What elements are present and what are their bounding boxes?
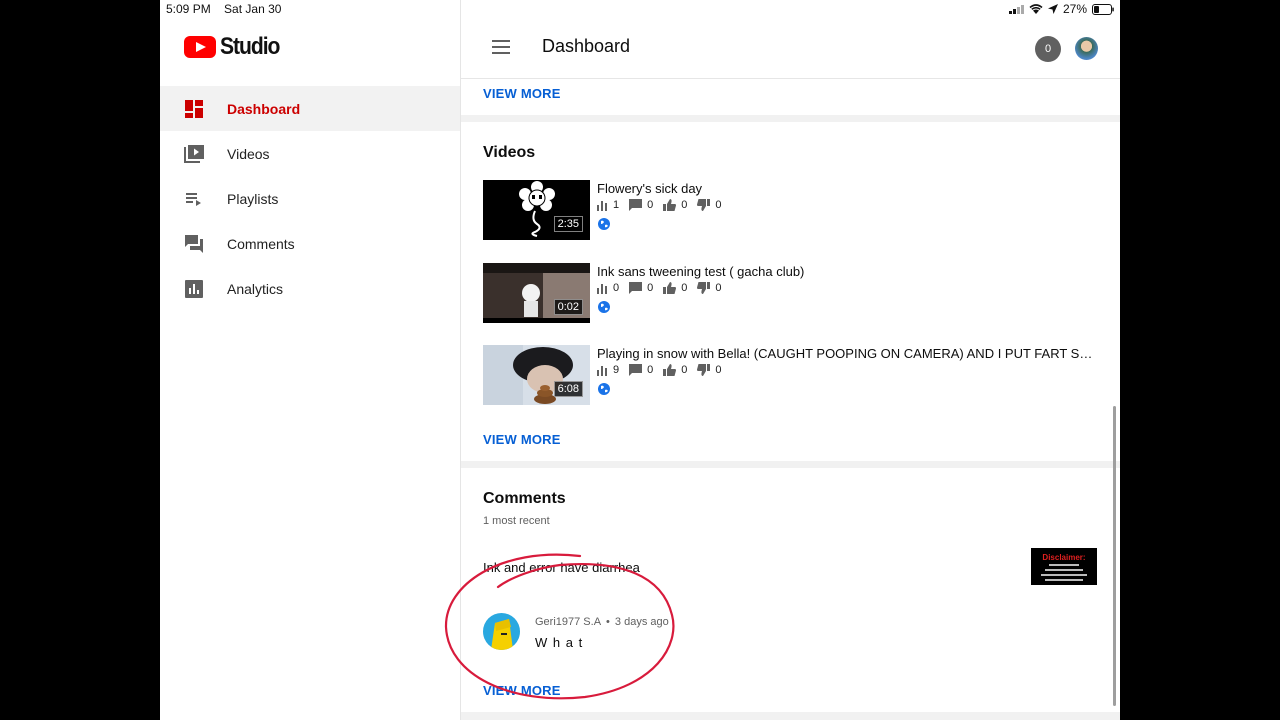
views-stat: 0 [597, 282, 619, 294]
page-title: Dashboard [542, 36, 631, 56]
youtube-play-icon [184, 36, 216, 58]
video-duration: 0:02 [553, 299, 583, 315]
sidebar-item-comments[interactable]: Comments [160, 221, 460, 266]
comment-video-thumbnail[interactable]: Disclaimer: [1031, 548, 1097, 585]
dislikes-count: 0 [715, 364, 722, 376]
dislikes-stat: 0 [697, 282, 722, 294]
playlists-icon [186, 193, 201, 206]
sidebar-item-label: Analytics [227, 280, 284, 297]
likes-stat: 0 [663, 364, 687, 376]
comments-title: Comments [483, 490, 566, 507]
dislikes-count: 0 [715, 199, 722, 211]
scrollbar[interactable] [1113, 406, 1116, 706]
video-duration: 2:35 [553, 216, 583, 232]
status-bar: 5:09 PM Sat Jan 30 27% [160, 0, 1120, 18]
video-item[interactable]: 2:35 Flowery's sick day 1 0 0 0 [483, 180, 1103, 240]
dislikes-stat: 0 [697, 364, 722, 376]
view-more-link[interactable]: VIEW MORE [483, 86, 561, 101]
thumbs-down-icon [697, 199, 711, 211]
thumbs-up-icon [663, 199, 677, 211]
views-count: 1 [613, 199, 620, 211]
video-item[interactable]: 6:08 Playing in snow with Bella! (CAUGHT… [483, 345, 1103, 405]
account-avatar[interactable] [1075, 37, 1098, 60]
public-globe-icon [598, 218, 610, 230]
comments-stat: 0 [629, 282, 653, 294]
menu-icon[interactable] [492, 40, 510, 54]
thumbs-up-icon [663, 364, 677, 376]
thumbs-down-icon [697, 282, 711, 294]
dislikes-count: 0 [715, 282, 722, 294]
views-count: 9 [613, 364, 620, 376]
video-thumbnail[interactable]: 0:02 [483, 263, 590, 323]
ipad-screen: Studio Dashboard Videos Playlists Commen… [160, 0, 1120, 720]
previous-card: VIEW MORE [461, 79, 1120, 115]
comments-stat: 0 [629, 199, 653, 211]
comment-icon [629, 282, 643, 294]
location-arrow-icon [1047, 4, 1058, 14]
sidebar-item-playlists[interactable]: Playlists [160, 176, 460, 221]
sidebar-item-analytics[interactable]: Analytics [160, 266, 460, 311]
sidebar-item-label: Comments [227, 235, 295, 252]
video-item[interactable]: 0:02 Ink sans tweening test ( gacha club… [483, 263, 1103, 323]
likes-stat: 0 [663, 282, 687, 294]
view-more-videos-link[interactable]: VIEW MORE [483, 432, 561, 447]
comments-count: 0 [647, 199, 654, 211]
thumbs-down-icon [697, 364, 711, 376]
views-stat: 9 [597, 364, 619, 376]
likes-count: 0 [681, 364, 688, 376]
analytics-icon [185, 280, 203, 298]
views-stat: 1 [597, 199, 619, 211]
views-count: 0 [613, 282, 620, 294]
video-stats: 0 0 0 0 [597, 282, 732, 294]
annotation-circle [444, 553, 675, 700]
views-icon [597, 365, 607, 376]
dashboard-icon [185, 100, 203, 118]
battery-percent: 27% [1062, 2, 1087, 16]
sidebar-item-label: Dashboard [227, 100, 301, 117]
dislikes-stat: 0 [697, 199, 722, 211]
sidebar: Studio Dashboard Videos Playlists Commen… [160, 0, 461, 720]
videos-title: Videos [483, 144, 536, 161]
likes-count: 0 [681, 199, 688, 211]
wifi-icon [1029, 4, 1043, 14]
notification-badge[interactable]: 0 [1035, 36, 1061, 62]
video-stats: 1 0 0 0 [597, 199, 732, 211]
videos-card: Videos 2:35 Flowery's sick day 1 0 0 0 0… [461, 122, 1120, 461]
comments-count: 0 [647, 282, 654, 294]
thumbs-up-icon [663, 282, 677, 294]
logo-text: Studio [220, 33, 280, 60]
video-thumbnail[interactable]: 6:08 [483, 345, 590, 405]
comments-subtitle: 1 most recent [483, 515, 550, 527]
sidebar-item-dashboard[interactable]: Dashboard [160, 86, 460, 131]
status-date: Sat Jan 30 [224, 2, 282, 16]
thumbnail-heading: Disclaimer: [1042, 553, 1086, 562]
comments-icon [185, 235, 203, 253]
comments-stat: 0 [629, 364, 653, 376]
likes-count: 0 [681, 282, 688, 294]
views-icon [597, 200, 607, 211]
public-globe-icon [598, 301, 610, 313]
videos-icon [184, 145, 204, 163]
video-title[interactable]: Ink sans tweening test ( gacha club) [597, 264, 1102, 279]
video-stats: 9 0 0 0 [597, 364, 732, 376]
youtube-studio-logo[interactable]: Studio [184, 33, 287, 61]
video-thumbnail[interactable]: 2:35 [483, 180, 590, 240]
views-icon [597, 283, 607, 294]
likes-stat: 0 [663, 199, 687, 211]
video-title[interactable]: Playing in snow with Bella! (CAUGHT POOP… [597, 346, 1102, 361]
video-duration: 6:08 [553, 381, 583, 397]
battery-icon [1092, 3, 1114, 15]
status-time: 5:09 PM [166, 2, 211, 16]
comment-icon [629, 364, 643, 376]
sidebar-item-label: Videos [227, 145, 270, 162]
sidebar-item-label: Playlists [227, 190, 279, 207]
public-globe-icon [598, 383, 610, 395]
comments-count: 0 [647, 364, 654, 376]
video-title[interactable]: Flowery's sick day [597, 181, 1102, 196]
sidebar-item-videos[interactable]: Videos [160, 131, 460, 176]
comment-icon [629, 199, 643, 211]
cellular-signal-icon [1008, 4, 1024, 14]
